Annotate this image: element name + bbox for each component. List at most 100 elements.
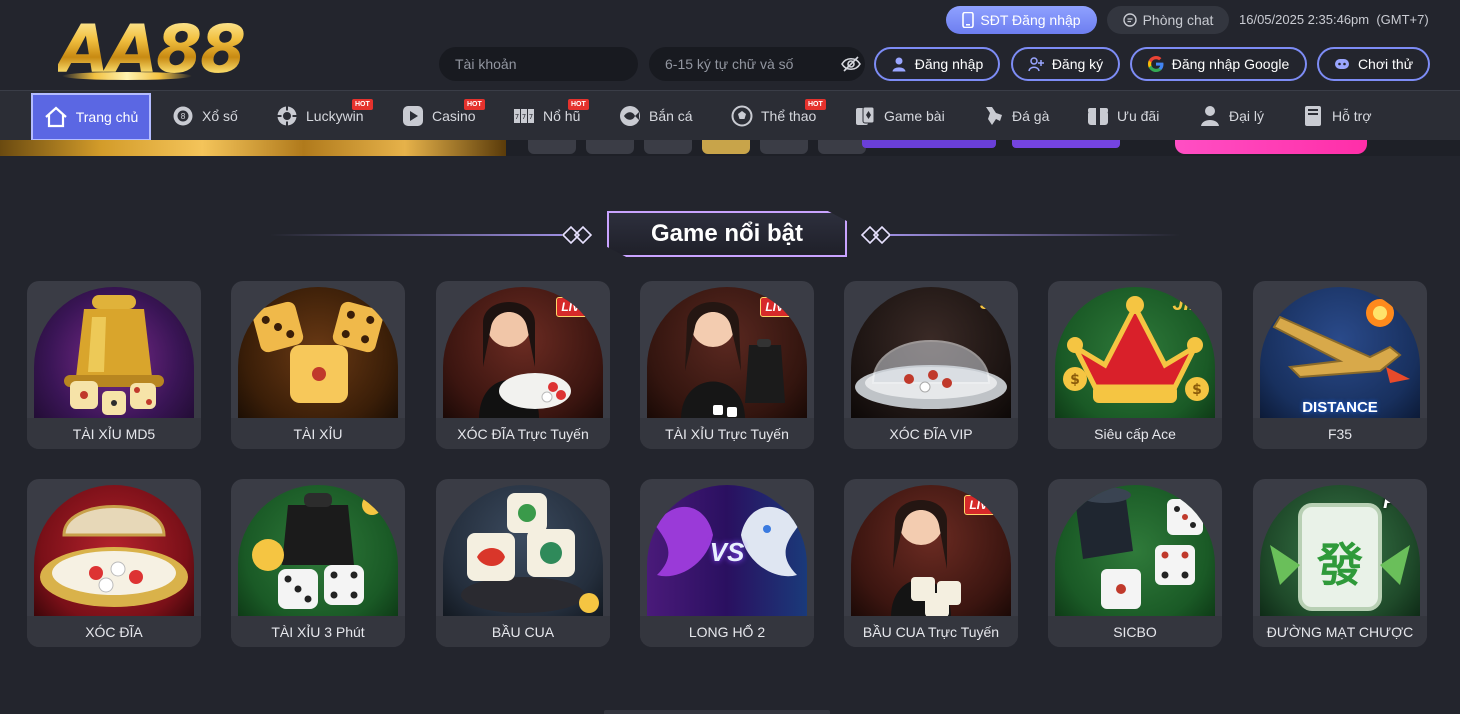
nav-item-support[interactable]: Hỗ trợ xyxy=(1302,91,1372,141)
register-label: Đăng ký xyxy=(1051,56,1104,72)
game-art xyxy=(443,485,603,617)
baucua-dice-icon xyxy=(461,493,599,613)
nav-label-luckywin: Luckywin xyxy=(306,108,364,124)
svg-text:7: 7 xyxy=(529,113,533,121)
login-label: Đăng nhập xyxy=(914,56,984,72)
game-card-f35[interactable]: DISTANCE F35 xyxy=(1253,281,1427,449)
nav-item-lottery[interactable]: 8 Xổ số xyxy=(172,91,238,141)
nav-item-cockfight[interactable]: Đá gà xyxy=(982,91,1049,141)
banner-gold-coins xyxy=(0,140,506,156)
nav-label-lottery: Xổ số xyxy=(202,108,238,124)
eye-icon[interactable] xyxy=(841,55,861,73)
game-label: Siêu cấp Ace xyxy=(1048,418,1222,449)
game-card-taixiu[interactable]: TÀI XỈU xyxy=(231,281,405,449)
game-card-taixiu-live[interactable]: LIVE TÀI XỈU Trực Tuyến xyxy=(640,281,814,449)
nav-label-promotions: Ưu đãi xyxy=(1117,108,1160,124)
nav-label-cockfight: Đá gà xyxy=(1012,108,1050,124)
cards-icon xyxy=(856,106,875,125)
trial-button[interactable]: Chơi thử xyxy=(1317,47,1430,81)
promo-banner-edge[interactable] xyxy=(0,140,1460,156)
game-art xyxy=(238,485,398,617)
game-art xyxy=(238,287,398,419)
game-label: SICBO xyxy=(1048,616,1222,647)
game-art xyxy=(34,485,194,617)
game-card-sicbo[interactable]: SICBO xyxy=(1048,479,1222,647)
gift-icon xyxy=(1088,108,1108,125)
game-card-xocdia[interactable]: XÓC ĐĨA xyxy=(27,479,201,647)
game-card-taixiu-3min[interactable]: TÀI XỈU 3 Phút xyxy=(231,479,405,647)
rooster-icon xyxy=(986,107,1002,125)
live-badge: LIVE xyxy=(760,297,797,317)
register-button[interactable]: Đăng ký xyxy=(1011,47,1120,81)
nav-label-card-games: Game bài xyxy=(884,108,945,124)
add-user-icon xyxy=(1028,57,1044,72)
game-label: TÀI XỈU 3 Phút xyxy=(231,616,405,647)
dice-cup-icon xyxy=(252,493,382,609)
nav-item-luckywin[interactable]: Luckywin xyxy=(276,91,364,141)
soccer-icon xyxy=(731,105,753,127)
sicbo-dice-cup-icon xyxy=(1075,487,1203,609)
nav-item-sports[interactable]: Thể thao xyxy=(731,91,816,141)
game-art xyxy=(34,287,194,419)
google-icon xyxy=(1147,56,1164,72)
nav-item-card-games[interactable]: Game bài xyxy=(854,91,945,141)
game-card-xocdia-live[interactable]: LIVE XÓC ĐĨA Trực Tuyến xyxy=(436,281,610,449)
game-art: LIVE xyxy=(647,287,807,419)
game-label: TÀI XỈU Trực Tuyến xyxy=(640,418,814,449)
phone-login-button[interactable]: SĐT Đăng nhập xyxy=(946,6,1097,34)
username-input[interactable] xyxy=(439,47,638,81)
nav-item-fishing[interactable]: Bắn cá xyxy=(619,91,693,141)
svg-text:7: 7 xyxy=(515,113,519,121)
game-card-longho2[interactable]: VS LONG HỔ 2 xyxy=(640,479,814,647)
game-card-super-ace[interactable]: $ $ JILI Siêu cấp Ace xyxy=(1048,281,1222,449)
game-label: XÓC ĐĨA VIP xyxy=(844,418,1018,449)
title-divider-right xyxy=(890,234,1180,236)
svg-text:8: 8 xyxy=(180,112,185,121)
nav-label-sports: Thể thao xyxy=(761,108,817,124)
distance-caption: DISTANCE xyxy=(1302,399,1378,416)
next-section-edge xyxy=(604,710,830,714)
jili-badge: JILI xyxy=(1172,293,1207,315)
nav-label-home: Trang chủ xyxy=(75,109,139,125)
nav-label-support: Hỗ trợ xyxy=(1332,108,1372,124)
3d-badge: 3D xyxy=(979,293,1003,313)
logo-swoosh xyxy=(62,72,192,80)
banner-chip xyxy=(644,140,692,154)
lottery-icon: 8 xyxy=(173,106,193,126)
phone-login-label: SĐT Đăng nhập xyxy=(980,12,1081,28)
game-card-baucua-live[interactable]: LIVE BẦU CUA Trực Tuyến xyxy=(844,479,1018,647)
game-label: XÓC ĐĨA Trực Tuyến xyxy=(436,418,610,449)
nav-label-slots: Nổ hũ xyxy=(543,108,581,124)
slot-icon: 777 xyxy=(514,109,534,123)
game-art: 3D xyxy=(851,287,1011,419)
game-label: BẦU CUA xyxy=(436,616,610,647)
game-card-baucua[interactable]: BẦU CUA xyxy=(436,479,610,647)
game-card-xocdia-vip[interactable]: 3D XÓC ĐĨA VIP xyxy=(844,281,1018,449)
diamond-ornament-icon xyxy=(561,225,593,245)
login-button[interactable]: Đăng nhập xyxy=(874,47,1000,81)
banner-purple-block xyxy=(862,140,996,148)
site-logo[interactable]: AA88 xyxy=(58,14,298,86)
hot-badge: HOT xyxy=(805,99,826,110)
home-icon xyxy=(44,106,67,128)
gamepad-icon xyxy=(1334,59,1349,69)
password-input[interactable] xyxy=(649,47,865,81)
google-login-button[interactable]: Đăng nhập Google xyxy=(1130,47,1307,81)
nav-label-agent: Đại lý xyxy=(1229,108,1265,124)
bowl-plate-icon xyxy=(40,505,188,607)
game-art: $ $ JILI xyxy=(1055,287,1215,419)
game-card-mahjong-ways[interactable]: 發 PG ĐƯỜNG MẠT CHƯỢC xyxy=(1253,479,1427,647)
svg-text:7: 7 xyxy=(522,113,526,121)
live-badge: LIVE xyxy=(964,495,1001,515)
nav-item-promotions[interactable]: Ưu đãi xyxy=(1087,91,1159,141)
game-art xyxy=(1055,485,1215,617)
nav-item-home[interactable]: Trang chủ xyxy=(31,93,151,141)
banner-chip xyxy=(818,140,866,154)
chat-button[interactable]: Phòng chat xyxy=(1107,6,1229,34)
chip-icon xyxy=(277,106,297,126)
game-card-taixiu-md5[interactable]: TÀI XỈU MD5 xyxy=(27,281,201,449)
nav-label-casino: Casino xyxy=(432,108,476,124)
nav-item-agent[interactable]: Đại lý xyxy=(1199,91,1264,141)
hot-badge: HOT xyxy=(568,99,589,110)
banner-pink-block xyxy=(1175,140,1367,154)
